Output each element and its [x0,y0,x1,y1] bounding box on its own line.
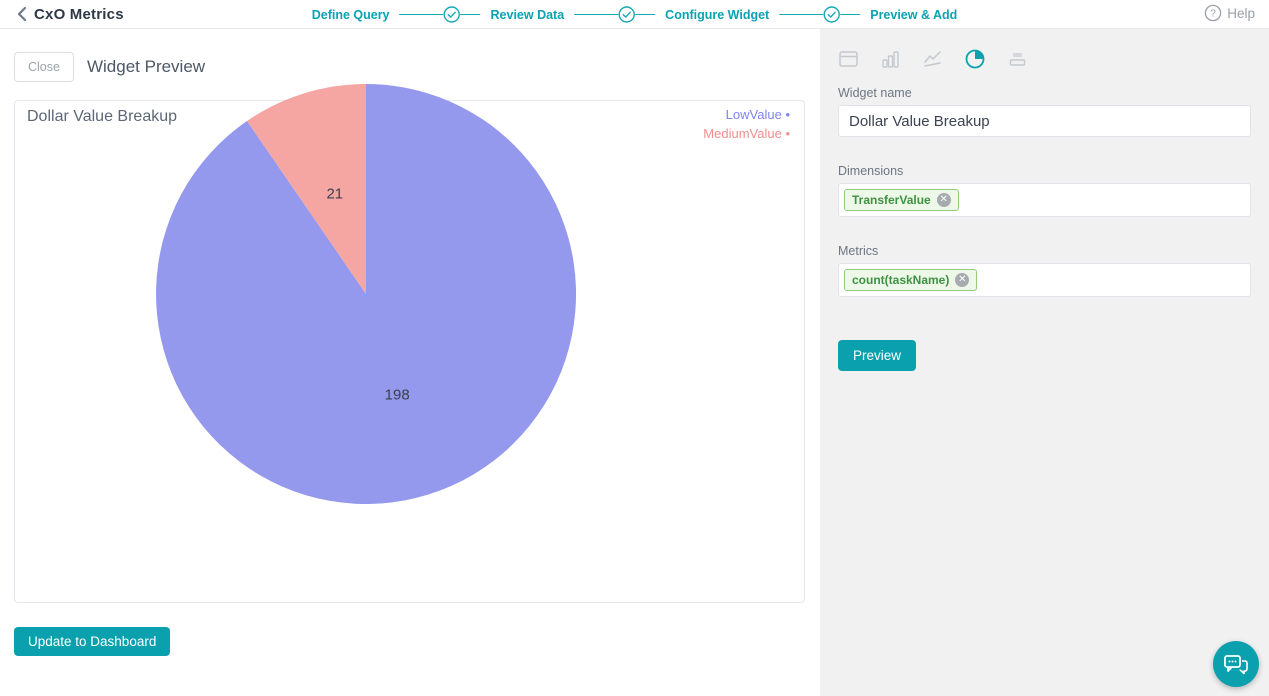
step-check-icon [823,6,840,23]
chart-card: Dollar Value Breakup LowValue • MediumVa… [14,83,805,603]
step-configure-widget[interactable]: Configure Widget [665,8,769,22]
legend-item-mediumvalue[interactable]: MediumValue • [703,124,790,143]
legend-bullet: • [785,107,790,122]
page-title: CxO Metrics [34,5,124,23]
line-chart-icon[interactable] [922,49,943,69]
dimensions-label: Dimensions [838,164,904,178]
svg-text:21: 21 [326,186,343,203]
remove-dimension-icon[interactable]: ✕ [936,193,951,207]
svg-text:198: 198 [385,386,410,403]
step-connector [574,14,619,15]
metrics-label: Metrics [838,244,879,258]
stacked-bar-icon[interactable] [1007,49,1028,69]
step-define-query[interactable]: Define Query [312,8,390,22]
dimension-chip: TransferValue ✕ [844,189,959,211]
question-mark-icon: ? [1204,4,1222,22]
chat-bubbles-icon [1224,655,1248,675]
preview-button[interactable]: Preview [838,340,917,371]
step-preview-add[interactable]: Preview & Add [870,8,957,22]
widget-name-label: Widget name [838,86,912,100]
dimension-chip-label: TransferValue [852,193,931,207]
legend-item-lowvalue[interactable]: LowValue • [703,105,790,124]
step-connector [779,14,824,15]
step-connector [399,14,444,15]
step-check-icon [443,6,461,23]
step-check-icon [618,6,635,23]
step-review-data[interactable]: Review Data [491,8,565,22]
widget-name-input[interactable] [838,105,1251,137]
update-to-dashboard-button[interactable]: Update to Dashboard [14,627,171,656]
metric-chip-label: count(taskName) [852,273,950,287]
pie-chart[interactable]: 198 21 [154,82,578,506]
bar-chart-icon[interactable] [880,49,901,69]
widget-preview-panel: Close Widget Preview Dollar Value Breaku… [0,29,820,696]
remove-metric-icon[interactable]: ✕ [955,273,970,287]
back-chevron-icon [17,6,27,22]
help-label: Help [1227,5,1255,21]
top-bar: CxO Metrics Define Query Review Data Con… [0,0,1269,29]
dimensions-field[interactable]: TransferValue ✕ [838,183,1251,217]
metric-chip: count(taskName) ✕ [844,269,978,291]
preview-panel-title: Widget Preview [86,57,206,76]
legend-bullet: • [785,126,790,141]
widget-config-panel: Widget name Dimensions TransferValue ✕ M… [820,29,1269,696]
chart-legend: LowValue • MediumValue • [703,105,790,143]
chart-type-selector [838,47,1251,71]
table-icon[interactable] [838,49,859,69]
back-button[interactable]: CxO Metrics [16,6,124,23]
chat-fab-button[interactable] [1213,641,1259,687]
svg-text:?: ? [1210,8,1216,20]
help-button[interactable]: ? Help [1204,4,1255,22]
step-connector [840,14,861,15]
pie-chart-icon[interactable] [964,48,986,70]
step-connector [635,14,656,15]
close-button[interactable]: Close [14,52,74,82]
metrics-field[interactable]: count(taskName) ✕ [838,263,1251,297]
wizard-stepper: Define Query Review Data Configure Widge… [312,0,957,29]
step-connector [460,14,481,15]
